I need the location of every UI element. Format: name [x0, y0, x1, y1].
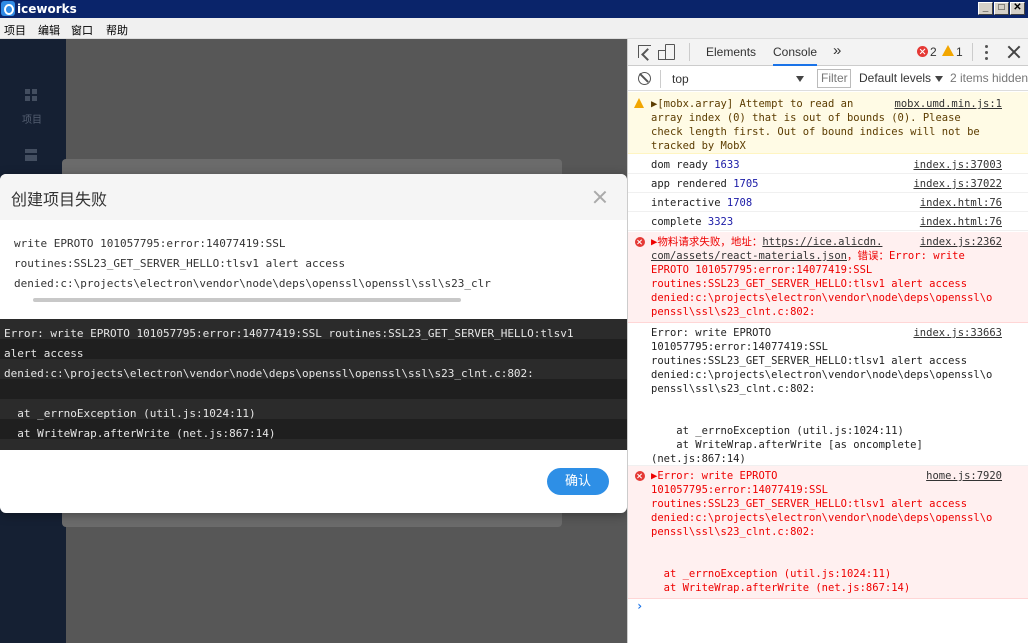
source-link[interactable]: index.js:2362 [920, 235, 1002, 249]
dialog-message: write EPROTO 101057795:error:14077419:SS… [14, 234, 614, 294]
source-link[interactable]: home.js:7920 [926, 469, 1002, 483]
error-icon [635, 471, 645, 481]
devtools-tabbar: Elements Console » 2 1 [628, 39, 1028, 66]
log-value: 1633 [714, 159, 740, 171]
source-link[interactable]: mobx.umd.min.js:1 [895, 97, 1002, 111]
message-line: denied:c:\projects\electron\vendor\node\… [14, 277, 491, 290]
hidden-items-count: 2 items hidden [950, 71, 1028, 85]
error-count-icon[interactable] [917, 46, 928, 57]
source-link[interactable]: index.html:76 [920, 196, 1002, 210]
warning-icon [634, 98, 644, 108]
close-icon[interactable] [593, 190, 607, 204]
error-stack-block: Error: write EPROTO 101057795:error:1407… [0, 319, 627, 450]
tab-console[interactable]: Console [773, 45, 818, 66]
iceworks-logo-icon [1, 1, 15, 16]
divider [972, 43, 973, 61]
kebab-menu-icon[interactable] [985, 45, 988, 60]
message-line: write EPROTO 101057795:error:14077419:SS… [14, 237, 286, 250]
context-value: top [672, 72, 689, 86]
error-dialog: 创建项目失败 write EPROTO 101057795:error:1407… [0, 174, 627, 513]
console-warning: ▶[mobx.array] Attempt to read an array i… [628, 92, 1028, 154]
inspect-element-icon[interactable] [638, 45, 651, 58]
dialog-header: 创建项目失败 [0, 174, 627, 220]
console-log: app rendered 1705 index.js:37022 [628, 174, 1028, 193]
console-messages: ▶[mobx.array] Attempt to read an array i… [628, 92, 1028, 643]
error-line: denied:c:\projects\electron\vendor\node\… [4, 367, 534, 380]
maximize-button[interactable]: □ [994, 2, 1009, 15]
error-line: at WriteWrap.afterWrite (net.js:867:14) [4, 427, 276, 440]
error-icon [635, 237, 645, 247]
source-link[interactable]: index.js:37003 [913, 158, 1002, 172]
more-tabs-button[interactable]: » [833, 42, 841, 59]
chevron-down-icon [796, 76, 804, 82]
close-window-button[interactable]: ✕ [1010, 2, 1025, 15]
log-value: 1705 [733, 178, 759, 190]
context-selector[interactable]: top [670, 70, 806, 88]
console-toolbar: top Filter Default levels 2 items hidden [628, 67, 1028, 91]
minimize-button[interactable]: _ [978, 2, 993, 15]
console-log: complete 3323 index.html:76 [628, 212, 1028, 231]
warning-count[interactable]: 1 [956, 45, 963, 59]
menu-help[interactable]: 帮助 [106, 22, 128, 38]
console-log: interactive 1708 index.html:76 [628, 193, 1028, 212]
log-label: complete [651, 216, 702, 228]
dialog-title: 创建项目失败 [11, 190, 108, 209]
menu-bar: 项目 编辑 窗口 帮助 [0, 18, 1028, 39]
error-line: alert access [4, 347, 84, 360]
source-link[interactable]: index.js:33663 [913, 326, 1002, 340]
blocks-icon[interactable] [25, 149, 38, 162]
material-url-link-cont[interactable]: com/assets/react-materials.json [651, 250, 847, 262]
filter-input[interactable]: Filter [817, 69, 851, 88]
console-log: Error: write EPROTO 101057795:error:1407… [628, 323, 1028, 466]
log-levels-dropdown[interactable]: Default levels [859, 71, 944, 85]
horizontal-scrollbar[interactable] [33, 298, 461, 302]
menu-edit[interactable]: 编辑 [38, 22, 60, 38]
console-log: dom ready 1633 index.js:37003 [628, 155, 1028, 174]
message-line: routines:SSL23_GET_SERVER_HELLO:tlsv1 al… [14, 257, 346, 270]
console-error: ▶Error: write EPROTO 101057795:error:140… [628, 466, 1028, 599]
clear-console-icon[interactable] [638, 72, 651, 85]
message-text[interactable]: Error: write EPROTO 101057795:error:1407… [651, 326, 1025, 466]
confirm-button[interactable]: 确认 [547, 468, 609, 495]
device-toolbar-icon[interactable] [658, 44, 675, 60]
warning-count-icon[interactable] [942, 45, 954, 56]
chevron-down-icon [935, 75, 944, 82]
divider [689, 43, 690, 61]
menu-window[interactable]: 窗口 [71, 22, 93, 38]
error-count[interactable]: 2 [930, 45, 937, 59]
log-label: dom ready [651, 159, 708, 171]
window-titlebar: iceworks _ □ ✕ [0, 0, 1028, 18]
divider [660, 70, 661, 88]
error-prefix: ▶物料请求失败，地址： [651, 236, 763, 248]
projects-grid-icon[interactable] [25, 89, 38, 102]
console-error: ▶物料请求失败，地址：https://ice.alicdn. com/asset… [628, 232, 1028, 323]
error-line: at _errnoException (util.js:1024:11) [4, 407, 256, 420]
message-text[interactable]: ▶Error: write EPROTO 101057795:error:140… [651, 469, 1025, 595]
menu-project[interactable]: 项目 [4, 22, 26, 38]
source-link[interactable]: index.html:76 [920, 215, 1002, 229]
material-url-link[interactable]: https://ice.alicdn. [762, 236, 882, 248]
log-label: app rendered [651, 178, 727, 190]
sidebar-project-label: 项目 [22, 115, 42, 126]
source-link[interactable]: index.js:37022 [913, 177, 1002, 191]
devtools-panel: Elements Console » 2 1 top Filter Defaul… [627, 39, 1028, 643]
levels-label: Default levels [859, 71, 932, 85]
log-value: 3323 [707, 216, 734, 228]
log-value: 1708 [726, 197, 753, 209]
close-devtools-icon[interactable] [1008, 46, 1020, 58]
console-prompt-icon[interactable]: › [636, 599, 643, 613]
tab-elements[interactable]: Elements [706, 45, 756, 59]
log-label: interactive [651, 197, 721, 209]
error-line: Error: write EPROTO 101057795:error:1407… [4, 327, 574, 340]
window-title: iceworks [17, 2, 77, 16]
